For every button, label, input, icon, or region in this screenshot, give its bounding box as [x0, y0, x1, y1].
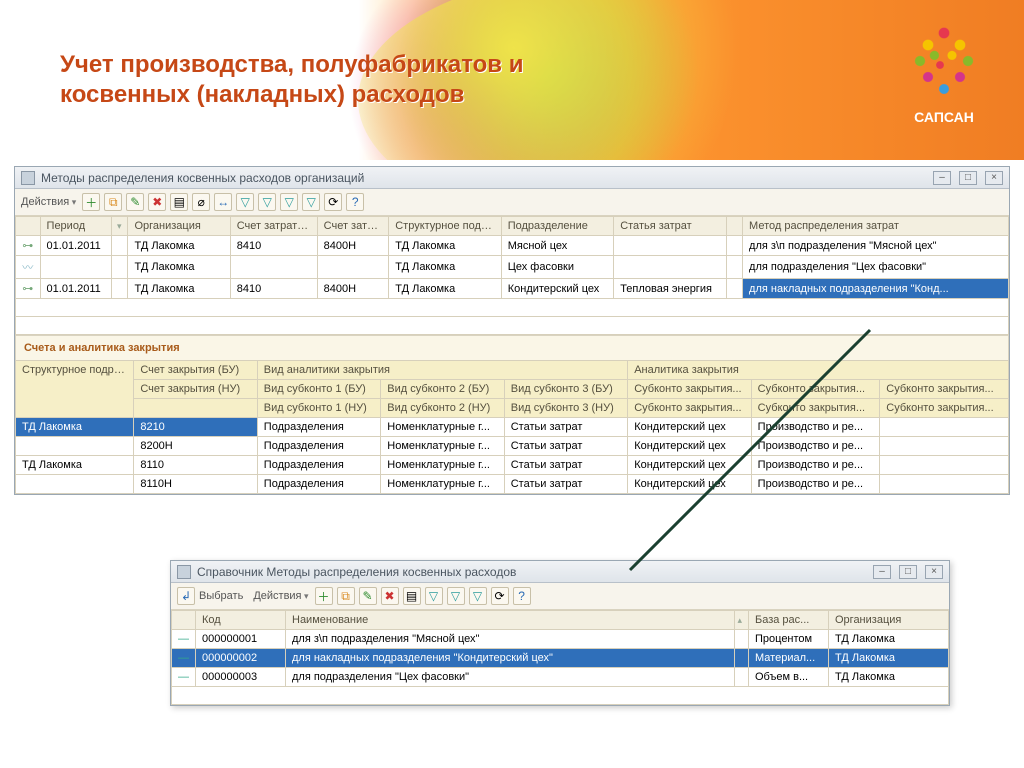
col-close-sub1n[interactable]: Субконто закрытия...	[628, 399, 751, 418]
header-banner: Учет производства, полуфабрикатов и косв…	[0, 0, 1024, 160]
window-icon	[21, 171, 35, 185]
main-toolbar: Действия ＋ ⧉ ✎ ✖ ▤ ⌀ ↔ ▽ ▽ ▽ ▽ ⟳ ?	[15, 189, 1009, 216]
col-sub1-bu[interactable]: Вид субконто 1 (БУ)	[257, 380, 380, 399]
list-icon[interactable]: ▤	[170, 193, 188, 211]
col-close-sub3[interactable]: Субконто закрытия...	[880, 380, 1009, 399]
table-row[interactable]: ТД Лакомка8210ПодразделенияНоменклатурны…	[16, 418, 1009, 437]
add-icon[interactable]: ＋	[315, 587, 333, 605]
sub-actions-menu[interactable]: Действия	[253, 590, 308, 602]
col-code[interactable]: Код	[196, 611, 286, 630]
logo-text: САПСАН	[904, 109, 984, 125]
row-marker-icon	[16, 279, 41, 299]
col-close-sub3n[interactable]: Субконто закрытия...	[880, 399, 1009, 418]
col-name[interactable]: Наименование	[286, 611, 735, 630]
filter-3-icon[interactable]: ▽	[469, 587, 487, 605]
refresh-icon[interactable]: ⟳	[324, 193, 342, 211]
col-acc-nu[interactable]: Счет затра...	[317, 217, 389, 236]
col-sub1-nu[interactable]: Вид субконто 1 (НУ)	[257, 399, 380, 418]
col-struct-unit[interactable]: Структурное подразделение	[16, 361, 134, 418]
row-marker-icon	[16, 236, 41, 256]
sub-toolbar: ↲ Выбрать Действия ＋ ⧉ ✎ ✖ ▤ ▽ ▽ ▽ ⟳ ?	[171, 583, 949, 610]
allocation-methods-table[interactable]: Период ▾ Организация Счет затрат (БУ) Сч…	[15, 216, 1009, 335]
methods-dictionary-table[interactable]: Код Наименование ▴ База рас... Организац…	[171, 610, 949, 705]
help-icon[interactable]: ?	[346, 193, 364, 211]
select-button[interactable]: Выбрать	[199, 590, 243, 602]
table-row[interactable]: 01.01.2011ТД Лакомка84108400Н ТД Лакомка…	[16, 236, 1009, 256]
list-icon[interactable]: ▤	[403, 587, 421, 605]
table-row[interactable]: 8110НПодразделенияНоменклатурные г...Ста…	[16, 475, 1009, 494]
logo-icon	[904, 25, 984, 105]
edit-icon[interactable]: ✎	[359, 587, 377, 605]
table-row[interactable]: 01.01.2011ТД Лакомка84108400Н ТД Лакомка…	[16, 279, 1009, 299]
edit-icon[interactable]: ✎	[126, 193, 144, 211]
select-icon[interactable]: ↲	[177, 587, 195, 605]
window-close-button[interactable]: ×	[925, 565, 943, 579]
filter-2-icon[interactable]: ▽	[447, 587, 465, 605]
col-close-sub1[interactable]: Субконто закрытия...	[628, 380, 751, 399]
table-row[interactable]: ТД Лакомка ТД ЛакомкаЦех фасовки для под…	[16, 256, 1009, 279]
col-sub3-bu[interactable]: Вид субконто 3 (БУ)	[504, 380, 627, 399]
move-icon[interactable]: ↔	[214, 193, 232, 211]
filter-3-icon[interactable]: ▽	[280, 193, 298, 211]
col-close-sub2n[interactable]: Субконто закрытия...	[751, 399, 880, 418]
col-sub2-bu[interactable]: Вид субконто 2 (БУ)	[381, 380, 504, 399]
col-method[interactable]: Метод распределения затрат	[743, 217, 1009, 236]
actions-menu[interactable]: Действия	[21, 196, 76, 208]
window-title: Методы распределения косвенных расходов …	[41, 171, 364, 185]
sub-window-titlebar[interactable]: Справочник Методы распределения косвенны…	[171, 561, 949, 583]
row-marker-icon	[16, 256, 41, 279]
copy-icon[interactable]: ⧉	[337, 587, 355, 605]
row-marker-icon: —	[172, 668, 196, 687]
filter-off-icon[interactable]: ⌀	[192, 193, 210, 211]
col-struct[interactable]: Структурное подра...	[389, 217, 501, 236]
brand-logo: САПСАН	[904, 25, 984, 125]
col-close-acc-nu[interactable]: Счет закрытия (НУ)	[134, 380, 257, 399]
add-icon[interactable]: ＋	[82, 193, 100, 211]
col-close-acc-bu[interactable]: Счет закрытия (БУ)	[134, 361, 257, 380]
row-marker-icon: —	[172, 649, 196, 668]
table-row[interactable]: 8200НПодразделенияНоменклатурные г...Ста…	[16, 437, 1009, 456]
page-title: Учет производства, полуфабрикатов и косв…	[60, 50, 580, 110]
col-period[interactable]: Период	[40, 217, 112, 236]
window-titlebar[interactable]: Методы распределения косвенных расходов …	[15, 167, 1009, 189]
filter-1-icon[interactable]: ▽	[425, 587, 443, 605]
col-close-sub2[interactable]: Субконто закрытия...	[751, 380, 880, 399]
col-dept[interactable]: Подразделение	[501, 217, 613, 236]
table-row[interactable]: — 000000002для накладных подразделения "…	[172, 649, 949, 668]
copy-icon[interactable]: ⧉	[104, 193, 122, 211]
col-org[interactable]: Организация	[829, 611, 949, 630]
col-sub2-nu[interactable]: Вид субконто 2 (НУ)	[381, 399, 504, 418]
table-row[interactable]: — 000000001для з\п подразделения "Мясной…	[172, 630, 949, 649]
col-sub3-nu[interactable]: Вид субконто 3 (НУ)	[504, 399, 627, 418]
refresh-icon[interactable]: ⟳	[491, 587, 509, 605]
sub-window-title: Справочник Методы распределения косвенны…	[197, 565, 516, 579]
allocation-methods-window: Методы распределения косвенных расходов …	[14, 166, 1010, 495]
analytics-table[interactable]: Структурное подразделение Счет закрытия …	[15, 360, 1009, 494]
window-maximize-button[interactable]: □	[959, 171, 977, 185]
window-minimize-button[interactable]: –	[873, 565, 891, 579]
row-marker-icon: —	[172, 630, 196, 649]
col-acc-bu[interactable]: Счет затрат (БУ)	[230, 217, 317, 236]
analytics-section-title: Счета и аналитика закрытия	[15, 335, 1009, 360]
methods-dictionary-window[interactable]: Справочник Методы распределения косвенны…	[170, 560, 950, 706]
table-row[interactable]: ТД Лакомка8110ПодразделенияНоменклатурны…	[16, 456, 1009, 475]
delete-icon[interactable]: ✖	[381, 587, 399, 605]
col-cost-item[interactable]: Статья затрат	[614, 217, 726, 236]
window-icon	[177, 565, 191, 579]
window-minimize-button[interactable]: –	[933, 171, 951, 185]
col-analytics-kind[interactable]: Вид аналитики закрытия	[257, 361, 627, 380]
col-analytics[interactable]: Аналитика закрытия	[628, 361, 1009, 380]
col-base[interactable]: База рас...	[749, 611, 829, 630]
filter-2-icon[interactable]: ▽	[258, 193, 276, 211]
filter-4-icon[interactable]: ▽	[302, 193, 320, 211]
filter-1-icon[interactable]: ▽	[236, 193, 254, 211]
help-icon[interactable]: ?	[513, 587, 531, 605]
table-row[interactable]: — 000000003для подразделения "Цех фасовк…	[172, 668, 949, 687]
window-maximize-button[interactable]: □	[899, 565, 917, 579]
delete-icon[interactable]: ✖	[148, 193, 166, 211]
col-org[interactable]: Организация	[128, 217, 230, 236]
window-close-button[interactable]: ×	[985, 171, 1003, 185]
